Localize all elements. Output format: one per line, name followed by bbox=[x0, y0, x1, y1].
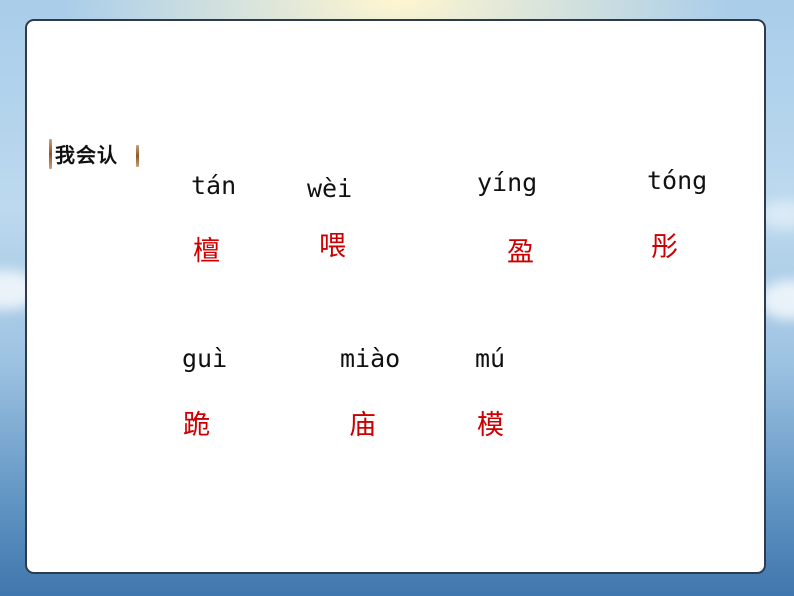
hanzi-miao: 庙 bbox=[349, 410, 376, 441]
hanzi-tong: 彤 bbox=[651, 232, 678, 263]
pinyin-mu: mú bbox=[475, 344, 506, 373]
hanzi-wei: 喂 bbox=[319, 231, 346, 262]
hanzi-mu: 模 bbox=[477, 410, 504, 441]
pinyin-wei: wèi bbox=[307, 174, 353, 203]
label-left-bar bbox=[49, 139, 52, 169]
pinyin-tan: tán bbox=[191, 171, 237, 200]
hanzi-ying: 盈 bbox=[507, 237, 534, 268]
label-right-bar bbox=[136, 145, 139, 167]
pinyin-miao: miào bbox=[340, 344, 401, 373]
section-label: 我会认 bbox=[49, 133, 139, 173]
slide-panel: 我会认 tán 檀 wèi 喂 yíng 盈 tóng 彤 guì 跪 miào… bbox=[25, 19, 766, 574]
hanzi-gui: 跪 bbox=[183, 410, 210, 441]
hanzi-tan: 檀 bbox=[193, 236, 220, 267]
pinyin-gui: guì bbox=[182, 344, 228, 373]
page-background: { "section_label": "我会认", "characters": … bbox=[0, 0, 794, 596]
pinyin-tong: tóng bbox=[647, 166, 708, 195]
section-label-text: 我会认 bbox=[55, 143, 118, 167]
pinyin-ying: yíng bbox=[477, 168, 538, 197]
